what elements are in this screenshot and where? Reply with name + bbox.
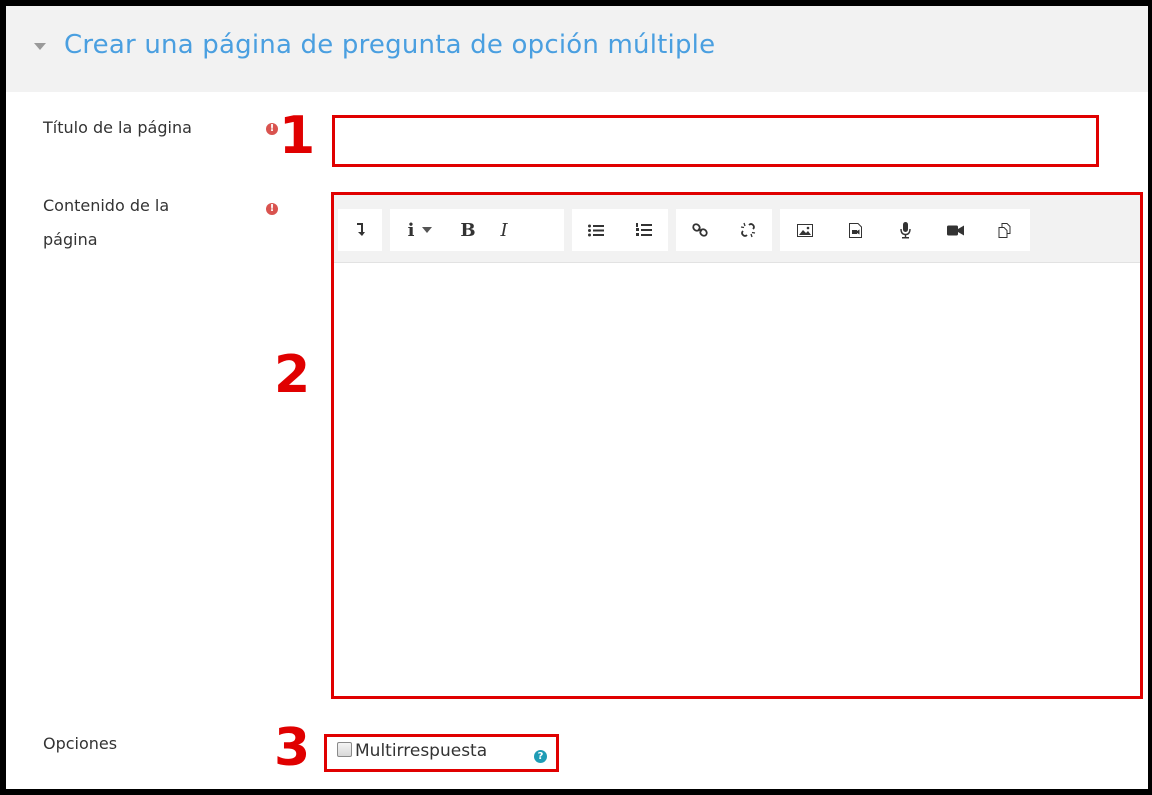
toolbar-group-text: i B I bbox=[390, 209, 564, 251]
paragraph-style-icon[interactable]: i bbox=[390, 209, 450, 251]
section-header[interactable]: Crear una página de pregunta de opción m… bbox=[6, 6, 1148, 92]
manage-files-icon[interactable] bbox=[980, 209, 1030, 251]
content-editor: i B I bbox=[331, 192, 1143, 699]
link-icon[interactable] bbox=[676, 209, 724, 251]
italic-icon[interactable]: I bbox=[486, 209, 522, 251]
annotation-number-1: 1 bbox=[279, 106, 316, 166]
question-circle-icon[interactable]: ? bbox=[534, 750, 547, 763]
page-title-input[interactable] bbox=[332, 115, 1099, 167]
show-more-icon[interactable] bbox=[338, 209, 382, 251]
content-editor-area[interactable] bbox=[334, 264, 1140, 696]
editor-toolbar: i B I bbox=[334, 195, 1140, 263]
page-content-label-line2: página bbox=[43, 230, 98, 249]
image-icon[interactable] bbox=[780, 209, 830, 251]
exclamation-circle-icon: ! bbox=[266, 123, 278, 135]
section-title[interactable]: Crear una página de pregunta de opción m… bbox=[64, 30, 715, 60]
record-video-icon[interactable] bbox=[930, 209, 980, 251]
record-audio-icon[interactable] bbox=[880, 209, 930, 251]
page-content-label-line1: Contenido de la bbox=[43, 196, 170, 215]
multiple-answer-checkbox[interactable] bbox=[337, 742, 352, 757]
media-icon[interactable] bbox=[830, 209, 880, 251]
options-label: Opciones bbox=[43, 734, 118, 753]
toolbar-group-media bbox=[780, 209, 1030, 251]
toolbar-group-links bbox=[676, 209, 772, 251]
unlink-icon[interactable] bbox=[724, 209, 772, 251]
toolbar-group-more bbox=[338, 209, 382, 251]
page-title-label: Título de la página bbox=[43, 118, 192, 137]
chevron-down-icon[interactable] bbox=[34, 43, 46, 50]
unordered-list-icon[interactable] bbox=[572, 209, 620, 251]
bold-icon[interactable]: B bbox=[450, 209, 486, 251]
exclamation-circle-icon: ! bbox=[266, 203, 278, 215]
annotation-number-2: 2 bbox=[274, 345, 311, 405]
multiple-answer-label[interactable]: Multirrespuesta bbox=[355, 740, 487, 762]
form-frame: Crear una página de pregunta de opción m… bbox=[6, 6, 1148, 789]
toolbar-group-lists bbox=[572, 209, 668, 251]
annotation-number-3: 3 bbox=[274, 718, 311, 778]
ordered-list-icon[interactable] bbox=[620, 209, 668, 251]
